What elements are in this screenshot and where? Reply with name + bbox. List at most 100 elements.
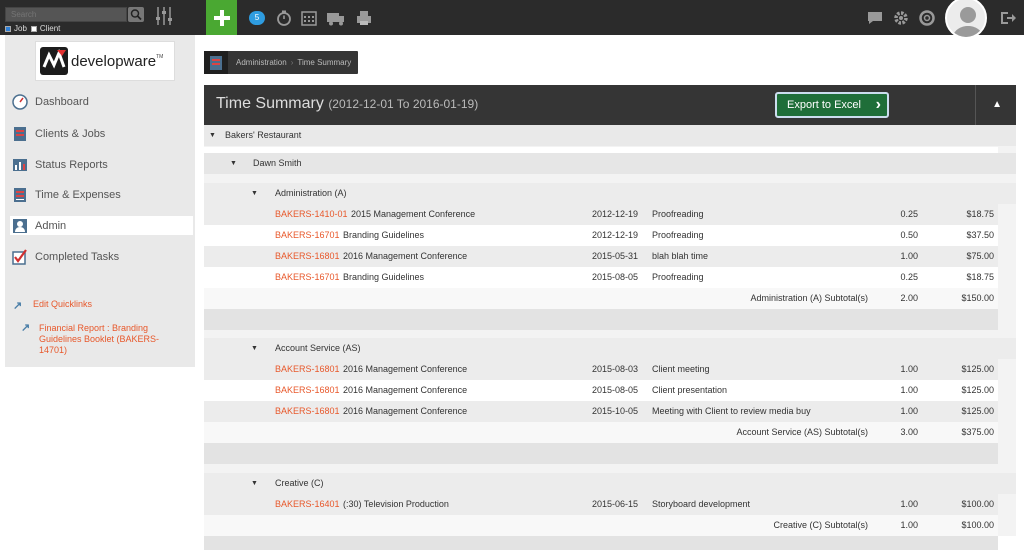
caret-down-icon[interactable]: ▼ <box>251 338 258 359</box>
nav-label: Completed Tasks <box>35 250 120 263</box>
job-code-link[interactable]: BAKERS-16401 <box>275 494 340 515</box>
sidebar: developware TM Dashboard Clients & Jobs S… <box>5 35 195 367</box>
export-to-excel-button[interactable]: Export to Excel › <box>775 92 889 118</box>
help-lifebuoy-icon[interactable] <box>918 9 936 27</box>
client-group-row[interactable]: ▼ Bakers' Restaurant <box>204 125 1016 146</box>
entry-date: 2012-12-19 <box>592 230 639 240</box>
job-code-link[interactable]: BAKERS-16801 <box>275 246 340 267</box>
add-new-button[interactable] <box>206 0 237 35</box>
developware-logo-icon <box>40 47 68 75</box>
subtotal-amount: $375.00 <box>961 427 994 437</box>
group-spacer <box>204 536 998 550</box>
breadcrumb: Administration › Time Summary <box>204 51 359 74</box>
logout-icon[interactable] <box>998 9 1016 27</box>
task-group-row[interactable]: ▼ Creative (C) <box>204 473 1016 494</box>
page-title: Time Summary (2012-12-01 To 2016-01-19) <box>216 95 478 113</box>
timer-icon[interactable] <box>275 9 293 27</box>
caret-down-icon[interactable]: ▼ <box>251 473 258 494</box>
clients-icon <box>14 126 26 141</box>
quicklink-financial-report[interactable]: ↗ Financial Report : Branding Guidelines… <box>13 323 188 356</box>
client-checkbox[interactable] <box>30 25 37 32</box>
job-code-link[interactable]: BAKERS-16801 <box>275 359 340 380</box>
calendar-icon[interactable] <box>300 9 318 27</box>
breadcrumb-home[interactable] <box>204 51 228 74</box>
caret-up-icon: ▲ <box>992 99 1002 110</box>
task-description: Meeting with Client to review media buy <box>652 406 811 416</box>
panel-header: Time Summary (2012-12-01 To 2016-01-19) … <box>204 85 1016 125</box>
person-group-row[interactable]: ▼ Dawn Smith <box>204 153 1016 174</box>
nav-status-reports[interactable]: Status Reports <box>10 155 193 174</box>
table-row: BAKERS-16401 (:30) Television Production 2… <box>204 494 998 515</box>
task-description: blah blah time <box>652 251 709 261</box>
user-silhouette-icon <box>952 7 984 37</box>
job-code-link[interactable]: BAKERS-16801 <box>275 380 340 401</box>
amount-value: $18.75 <box>966 272 994 282</box>
caret-down-icon[interactable]: ▼ <box>251 183 258 204</box>
export-label: Export to Excel <box>787 99 861 111</box>
gear-icon[interactable] <box>892 9 910 27</box>
job-name: 2016 Management Conference <box>343 406 468 416</box>
nav-completed-tasks[interactable]: Completed Tasks <box>10 247 193 266</box>
job-code-link[interactable]: BAKERS-16801 <box>275 401 340 422</box>
truck-icon[interactable] <box>326 9 346 27</box>
entry-date: 2015-08-05 <box>592 272 639 282</box>
logo-trademark: TM <box>156 54 164 60</box>
table-row: BAKERS-16801 2016 Management Conference 20… <box>204 401 998 422</box>
caret-down-icon[interactable]: ▼ <box>209 125 216 146</box>
task-group-row[interactable]: ▼ Administration (A) <box>204 183 1016 204</box>
quicklink-edit[interactable]: ↗ Edit Quicklinks <box>13 299 188 312</box>
amount-value: $100.00 <box>961 499 994 509</box>
subtotal-hours: 1.00 <box>900 520 918 530</box>
divider <box>975 85 976 125</box>
user-avatar[interactable] <box>945 0 987 39</box>
amount-value: $75.00 <box>966 251 994 261</box>
hours-value: 0.25 <box>900 272 918 282</box>
arrow-up-right-icon: ↗ <box>13 300 23 312</box>
search-input[interactable] <box>5 7 127 22</box>
entry-date: 2012-12-19 <box>592 209 639 219</box>
hours-value: 0.50 <box>900 230 918 240</box>
job-name: 2015 Management Conference <box>351 209 476 219</box>
nav-label: Status Reports <box>35 158 108 171</box>
amount-value: $125.00 <box>961 364 994 374</box>
nav-admin[interactable]: Admin <box>10 216 193 235</box>
nav-label: Clients & Jobs <box>35 127 106 140</box>
hours-value: 1.00 <box>900 251 918 261</box>
group-spacer <box>204 443 998 464</box>
printer-icon[interactable] <box>355 9 373 27</box>
task-group-name: Administration (A) <box>275 188 347 198</box>
caret-down-icon[interactable]: ▼ <box>230 153 237 174</box>
amount-value: $18.75 <box>966 209 994 219</box>
breadcrumb-item[interactable]: Administration <box>236 58 287 67</box>
task-group-row[interactable]: ▼ Account Service (AS) <box>204 338 1016 359</box>
entry-date: 2015-06-15 <box>592 499 639 509</box>
entry-date: 2015-08-03 <box>592 364 639 374</box>
check-icon <box>12 248 27 265</box>
job-code-link[interactable]: BAKERS-16701 <box>275 225 340 246</box>
table-row: BAKERS-16801 2016 Management Conference 20… <box>204 380 998 401</box>
table-row: BAKERS-16701 Branding Guidelines 2015-08-0… <box>204 267 998 288</box>
job-code-link[interactable]: BAKERS-16701 <box>275 267 340 288</box>
nav-time-expenses[interactable]: Time & Expenses <box>10 185 193 204</box>
admin-icon <box>13 218 27 233</box>
nav-clients-jobs[interactable]: Clients & Jobs <box>10 124 193 143</box>
collapse-panel-button[interactable]: ▲ <box>992 99 1002 110</box>
filter-sliders-icon[interactable] <box>155 5 173 32</box>
subtotal-label: Administration (A) Subtotal(s) <box>750 293 868 303</box>
chat-icon[interactable] <box>866 9 884 27</box>
company-logo: developware TM <box>35 41 175 81</box>
messages-badge[interactable]: 5 <box>249 11 265 25</box>
time-summary-report: ▼ Bakers' Restaurant ▼ Dawn Smith ▼ Administr… <box>204 125 1016 550</box>
job-code-link[interactable]: BAKERS-1410-01 <box>275 204 348 225</box>
job-name: Branding Guidelines <box>343 272 425 282</box>
subtotal-hours: 3.00 <box>900 427 918 437</box>
job-name: 2016 Management Conference <box>343 385 468 395</box>
job-name: 2016 Management Conference <box>343 364 468 374</box>
nav-dashboard[interactable]: Dashboard <box>10 92 193 111</box>
search-button[interactable] <box>128 7 144 22</box>
subtotal-amount: $100.00 <box>961 520 994 530</box>
subtotal-hours: 2.00 <box>900 293 918 303</box>
group-spacer <box>204 309 998 330</box>
search-scope-options: Job Client <box>5 24 60 33</box>
job-checkbox[interactable] <box>5 25 11 32</box>
